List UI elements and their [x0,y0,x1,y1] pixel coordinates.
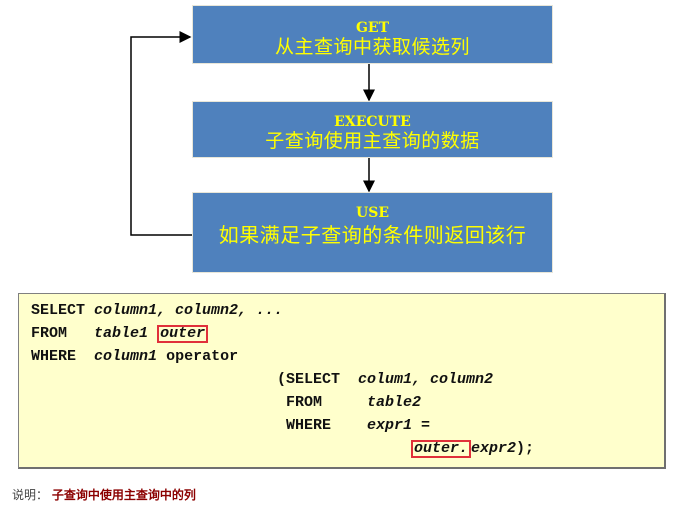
step-keyword: GET [355,20,390,36]
code-line: FROM table2 [286,394,421,412]
caption: 说明： 子查询中使用主查询中的列 [12,486,196,503]
loop-arrow-use-to-get [130,31,192,236]
sql-punctuation: ); [516,440,535,457]
step-get-box: GET 从主查询中获取候选列 [192,5,553,64]
step-execute-box: EXECUTE 子查询使用主查询的数据 [192,101,553,158]
step-use-box: USE 如果满足子查询的条件则返回该行 [192,192,553,273]
sql-identifier: column1, column2, ... [94,302,284,319]
step-description: 如果满足子查询的条件则返回该行 [218,223,527,247]
sql-identifier: colum1, column2 [358,371,494,388]
step-description: 子查询使用主查询的数据 [265,130,480,152]
sql-keyword: WHERE [286,417,332,434]
step-keyword: USE [356,205,389,221]
code-line: WHERE expr1 = [286,417,430,435]
highlight-outer-reference: outer. [411,440,472,458]
caption-label: 说明： [12,488,49,502]
code-line: outer. expr2); [411,440,534,458]
sql-keyword: SELECT [31,302,86,319]
code-line: (SELECT colum1, column2 [277,371,493,389]
sql-keyword: (SELECT [277,371,341,388]
sql-identifier: expr2 [471,440,517,457]
sql-identifier: column1 [94,348,158,365]
step-description: 从主查询中获取候选列 [274,36,470,58]
caption-text: 子查询中使用主查询中的列 [51,488,196,502]
sql-operator: operator [166,348,239,365]
code-line: SELECT column1, column2, ... [31,302,283,320]
sql-keyword: FROM [286,394,323,411]
sql-identifier: table2 [367,394,422,411]
step-keyword: EXECUTE [334,114,411,130]
sql-code-block: SELECT column1, column2, ... FROM table1… [18,293,666,469]
highlight-outer-alias: outer [157,325,209,343]
sql-identifier: table1 [94,325,149,342]
sql-identifier: expr1 = [367,417,431,434]
sql-keyword: WHERE [31,348,77,365]
code-line: FROM table1 outer [31,325,209,343]
sql-keyword: FROM [31,325,68,342]
code-line: WHERE column1 operator [31,348,238,366]
